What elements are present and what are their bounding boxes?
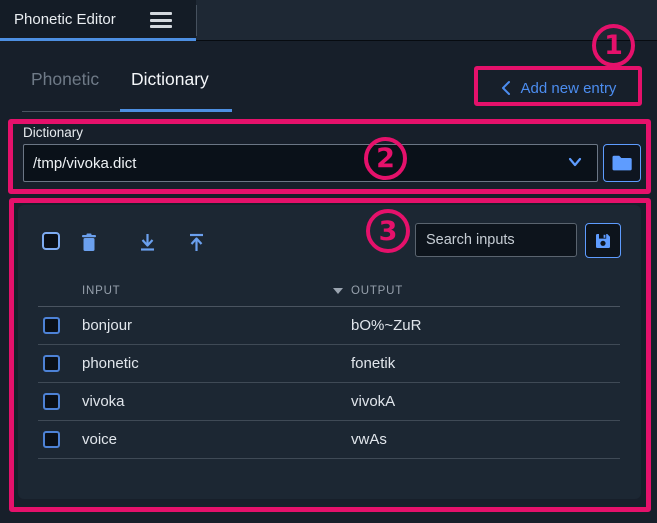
save-button[interactable] <box>585 223 621 258</box>
input-cell: phonetic <box>82 355 351 372</box>
tab-underline-active <box>120 109 232 112</box>
upload-icon <box>188 233 205 252</box>
dictionary-path-value: /tmp/vivoka.dict <box>24 155 136 172</box>
save-icon <box>593 231 613 251</box>
window-title: Phonetic Editor <box>0 11 116 28</box>
table-row[interactable]: bonjour bO%~ZuR <box>38 307 620 345</box>
tab-phonetic[interactable]: Phonetic <box>31 69 99 90</box>
trash-icon <box>81 233 97 252</box>
table-row[interactable]: voice vwAs <box>38 421 620 459</box>
download-icon <box>139 233 156 252</box>
titlebar: Phonetic Editor <box>0 0 657 41</box>
column-header-input[interactable]: INPUT <box>82 285 351 297</box>
menu-icon[interactable] <box>150 12 172 28</box>
input-cell: vivoka <box>82 393 351 410</box>
table-row[interactable]: phonetic fonetik <box>38 345 620 383</box>
row-checkbox[interactable] <box>43 393 60 410</box>
browse-file-button[interactable] <box>603 144 641 182</box>
entries-table-panel: INPUT OUTPUT bonjour bO%~ZuR phonetic fo… <box>18 205 641 499</box>
output-cell: vivokA <box>351 393 620 410</box>
row-checkbox[interactable] <box>43 317 60 334</box>
row-checkbox[interactable] <box>43 355 60 372</box>
folder-icon <box>611 154 633 172</box>
main-panel: Phonetic Dictionary Add new entry Dictio… <box>0 41 657 523</box>
table-header-row: INPUT OUTPUT <box>38 276 620 307</box>
delete-button[interactable] <box>78 231 100 253</box>
search-input[interactable] <box>415 223 577 257</box>
chevron-down-icon <box>567 156 583 168</box>
add-new-entry-label: Add new entry <box>521 80 617 97</box>
phonetic-editor-window: Phonetic Editor Phonetic Dictionary Add … <box>0 0 657 523</box>
output-cell: bO%~ZuR <box>351 317 620 334</box>
dictionary-label: Dictionary <box>23 125 83 140</box>
dictionary-path-select[interactable]: /tmp/vivoka.dict <box>23 144 598 182</box>
sort-descending-icon <box>333 288 343 294</box>
row-checkbox[interactable] <box>43 431 60 448</box>
add-new-entry-button[interactable]: Add new entry <box>481 72 636 104</box>
table-row[interactable]: vivoka vivokA <box>38 383 620 421</box>
input-cell: voice <box>82 431 351 448</box>
chevron-left-icon <box>501 80 511 96</box>
export-button[interactable] <box>185 231 207 253</box>
output-cell: fonetik <box>351 355 620 372</box>
import-button[interactable] <box>136 231 158 253</box>
output-cell: vwAs <box>351 431 620 448</box>
column-header-output[interactable]: OUTPUT <box>351 285 620 297</box>
tab-underline-inactive <box>22 111 120 112</box>
select-all-checkbox[interactable] <box>42 232 60 250</box>
entries-table: INPUT OUTPUT bonjour bO%~ZuR phonetic fo… <box>38 276 620 459</box>
tab-dictionary[interactable]: Dictionary <box>131 69 209 90</box>
input-cell: bonjour <box>82 317 351 334</box>
tab-separator <box>196 5 197 36</box>
